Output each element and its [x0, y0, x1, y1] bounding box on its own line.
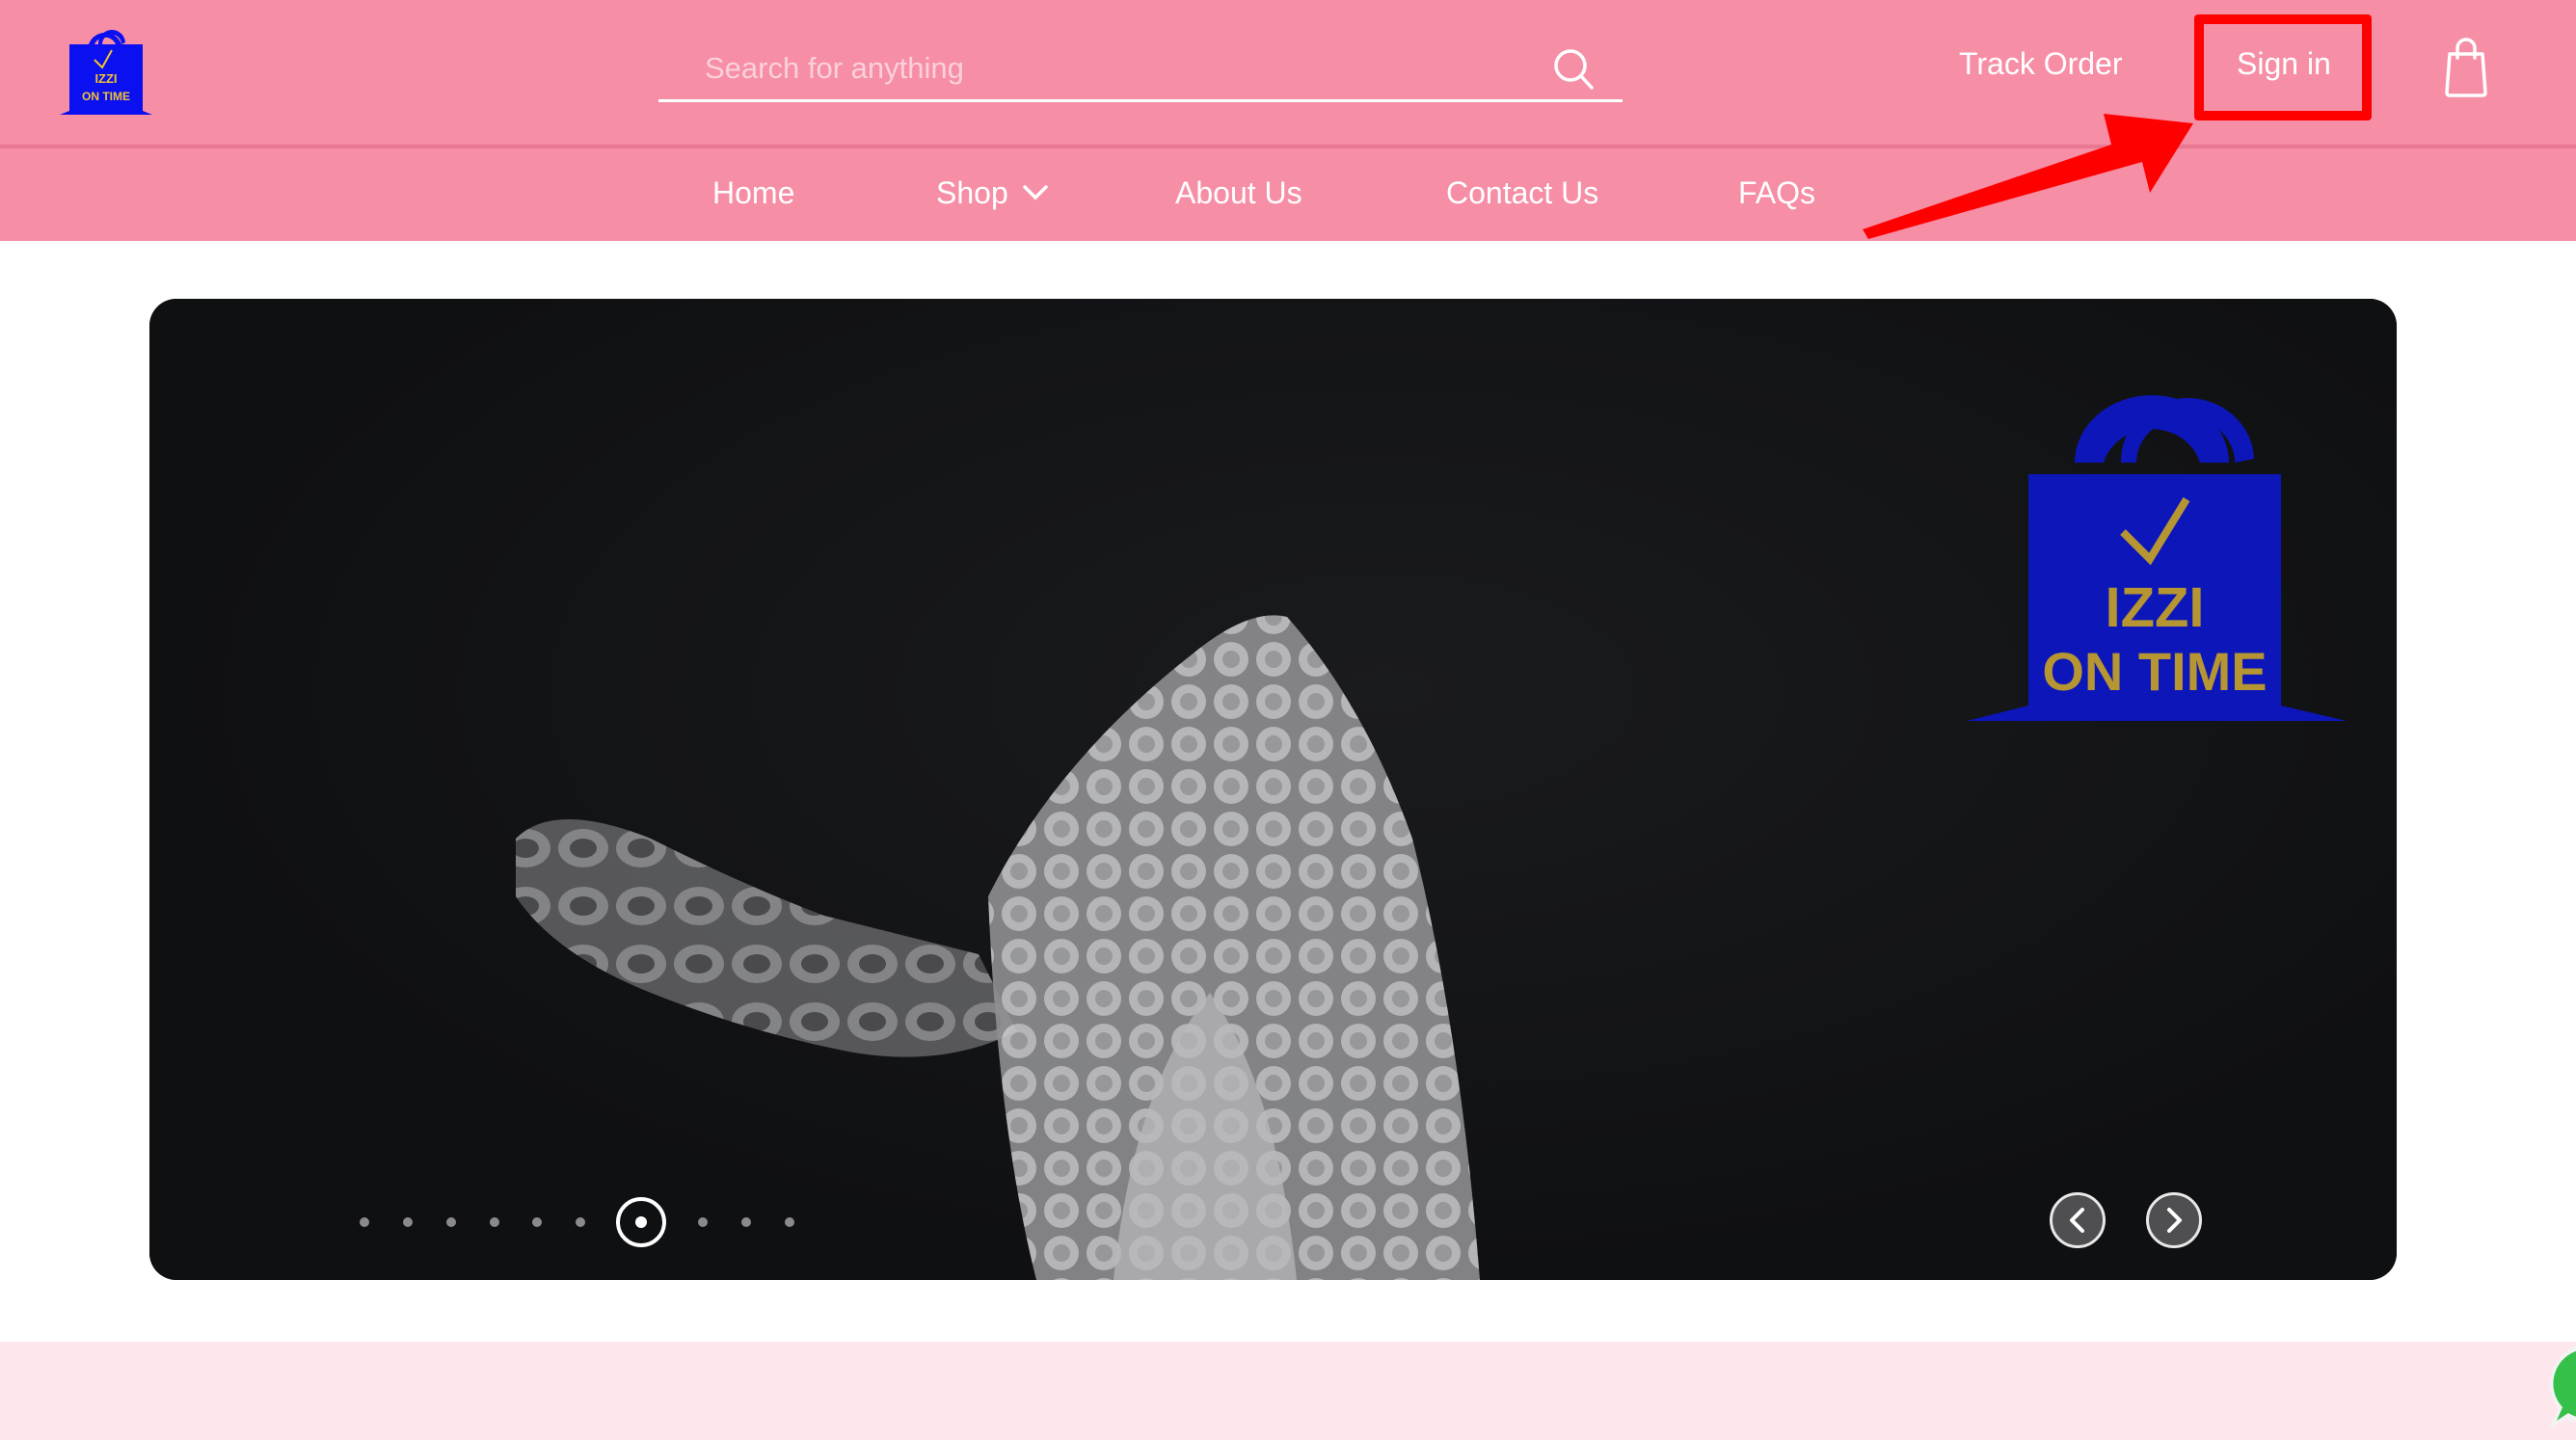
- carousel-dot[interactable]: [490, 1217, 499, 1227]
- chevron-down-icon: [1022, 185, 1048, 200]
- hero-brand-logo: IZZI ON TIME: [1967, 395, 2347, 721]
- carousel-dot[interactable]: [446, 1217, 456, 1227]
- header-divider: [0, 145, 2576, 148]
- hero-logo-line2: ON TIME: [2042, 641, 2267, 702]
- site-header: IZZI ON TIME Track Order Sign in Home Sh…: [0, 0, 2576, 241]
- chevron-left-icon: [2070, 1208, 2084, 1233]
- track-order-link[interactable]: Track Order: [1959, 46, 2123, 82]
- carousel-dot-active[interactable]: [616, 1197, 666, 1247]
- carousel-dot[interactable]: [576, 1217, 585, 1227]
- annotation-arrow: [1863, 114, 2193, 239]
- carousel-dot[interactable]: [698, 1217, 708, 1227]
- shopping-bag-icon[interactable]: [2444, 37, 2488, 98]
- nav-shop-label: Shop: [936, 174, 1008, 210]
- carousel-dot[interactable]: [785, 1217, 794, 1227]
- carousel-prev-button[interactable]: [2050, 1192, 2106, 1248]
- nav-home-label: Home: [712, 174, 795, 210]
- carousel-dot[interactable]: [741, 1217, 751, 1227]
- nav-about-us[interactable]: About Us: [1175, 172, 1302, 214]
- carousel-next-button[interactable]: [2146, 1192, 2202, 1248]
- whatsapp-icon[interactable]: [2545, 1338, 2576, 1434]
- nav-contact-us-label: Contact Us: [1446, 174, 1599, 210]
- search-icon[interactable]: [1551, 46, 1596, 91]
- nav-faqs-label: FAQs: [1738, 174, 1816, 210]
- nav-about-us-label: About Us: [1175, 174, 1302, 210]
- carousel-dot[interactable]: [532, 1217, 542, 1227]
- search-bar: [658, 39, 1623, 102]
- carousel-dot[interactable]: [360, 1217, 369, 1227]
- hero-carousel: IZZI ON TIME: [149, 299, 2397, 1280]
- nav-home[interactable]: Home: [712, 172, 794, 214]
- carousel-dot[interactable]: [403, 1217, 413, 1227]
- brand-logo[interactable]: IZZI ON TIME: [60, 19, 152, 116]
- chevron-right-icon: [2167, 1208, 2182, 1233]
- nav-contact-us[interactable]: Contact Us: [1446, 172, 1598, 214]
- logo-text-line2: ON TIME: [82, 90, 130, 103]
- logo-text-line1: IZZI: [94, 71, 117, 86]
- nav-faqs[interactable]: FAQs: [1738, 172, 1815, 214]
- sign-in-link[interactable]: Sign in: [2237, 46, 2331, 82]
- nav-shop[interactable]: Shop: [936, 172, 1049, 214]
- hero-logo-line1: IZZI: [2105, 576, 2204, 639]
- search-input[interactable]: [658, 39, 1545, 98]
- section-band: [0, 1342, 2576, 1440]
